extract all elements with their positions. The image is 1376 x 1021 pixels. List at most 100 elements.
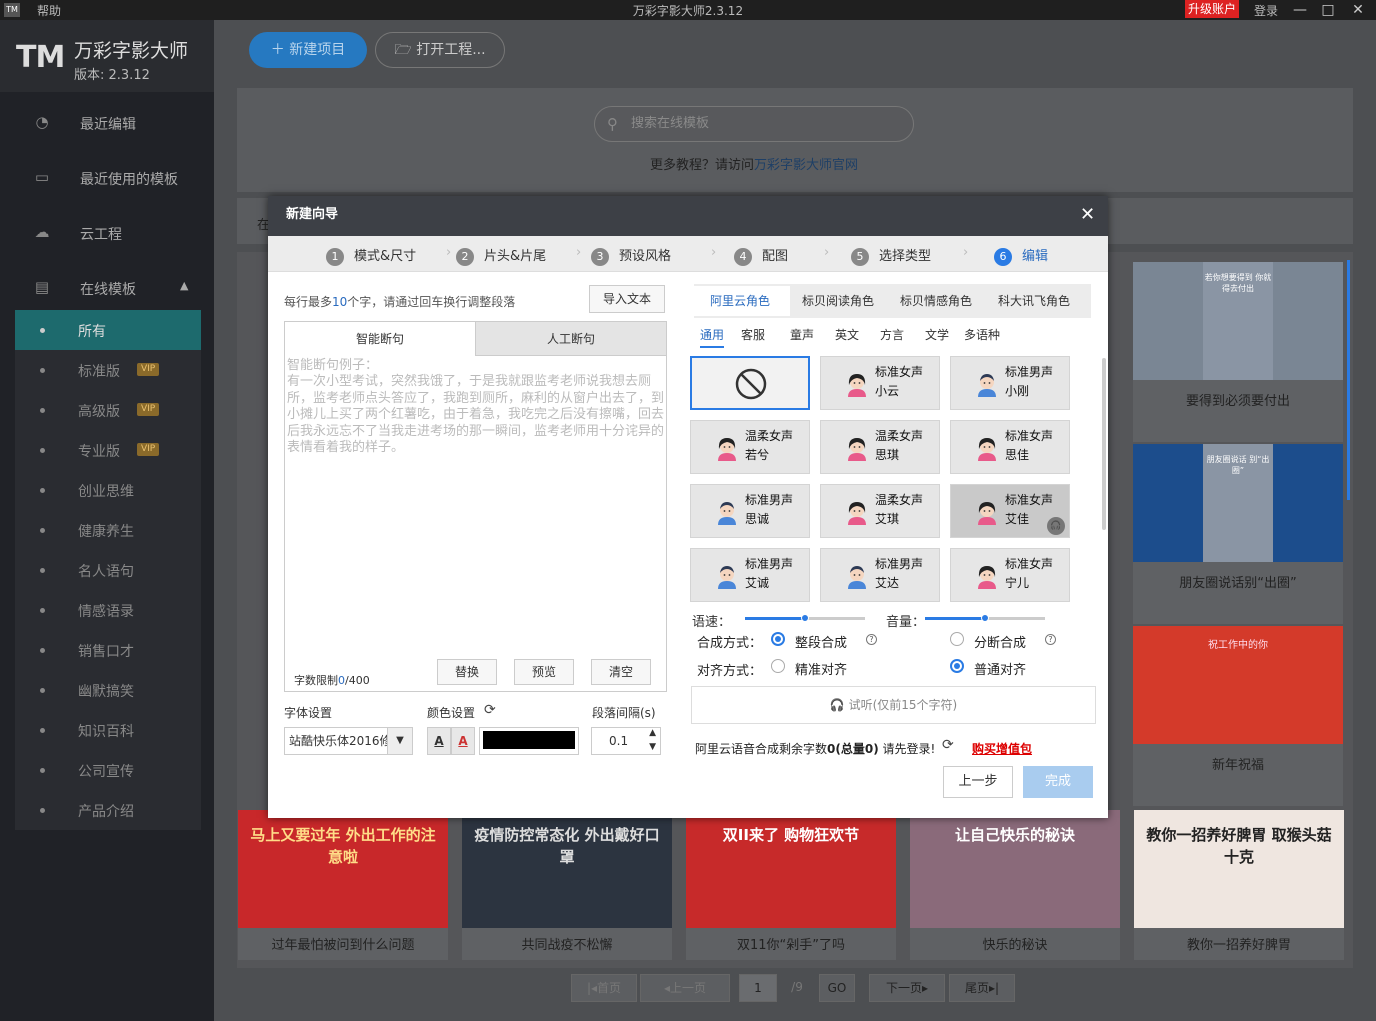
step-label: 预设风格 xyxy=(619,249,672,264)
color-swatch-fill xyxy=(483,731,575,749)
voice-name: 小刚 xyxy=(1005,384,1030,398)
wizard-step[interactable]: 1 模式&尺寸 xyxy=(326,245,417,266)
prev-step-button[interactable]: 上一步 xyxy=(943,766,1013,798)
align-normal-radio[interactable] xyxy=(950,659,964,673)
voice-option[interactable]: 标准男声 思诚 xyxy=(690,484,810,538)
step-number: 6 xyxy=(994,248,1012,266)
voice-scrollbar[interactable] xyxy=(1102,358,1106,530)
voice-subtab[interactable]: 英文 xyxy=(835,326,859,343)
voice-label: 标准女声 小云 xyxy=(875,363,923,401)
voice-avatar-icon xyxy=(845,371,869,397)
volume-knob[interactable] xyxy=(981,614,989,622)
tab-iflytek[interactable]: 科大讯飞角色 xyxy=(998,292,1070,309)
spacing-input[interactable]: 0.1 ▲ ▼ xyxy=(591,727,661,755)
wizard-step[interactable]: 4 配图 xyxy=(734,245,789,266)
voice-subtab[interactable]: 通用 xyxy=(700,326,725,348)
voice-option[interactable]: 标准女声 艾佳 🎧 xyxy=(950,484,1070,538)
finish-button[interactable]: 完成 xyxy=(1023,766,1093,798)
voice-subtab[interactable]: 客服 xyxy=(741,326,765,343)
wizard-step[interactable]: 6 编辑 xyxy=(994,245,1048,266)
voice-option[interactable]: 温柔女声 若兮 xyxy=(690,420,810,474)
voice-label: 标准男声 小刚 xyxy=(1005,363,1053,401)
voice-label: 标准女声 艾佳 xyxy=(1005,491,1053,529)
refresh-icon[interactable]: ⟳ xyxy=(942,737,954,753)
voice-option[interactable]: 标准女声 小云 xyxy=(820,356,940,410)
stroke-color-icon[interactable]: A xyxy=(451,727,475,755)
chevron-right-icon: › xyxy=(963,245,969,260)
wizard-step[interactable]: 2 片头&片尾 xyxy=(456,245,546,266)
close-icon[interactable]: ✕ xyxy=(1080,196,1095,234)
voice-subtab[interactable]: 文学 xyxy=(925,326,949,343)
tab-manual-split[interactable]: 人工断句 xyxy=(475,322,666,356)
voice-type: 温柔女声 xyxy=(745,429,794,443)
step-number: 4 xyxy=(734,248,752,266)
text-input-area[interactable]: 智能断句例子： 有一次小型考试，突然我饿了，于是我就跟监考老师说我想去厕所，监考… xyxy=(287,358,664,628)
voice-none-option[interactable] xyxy=(690,356,810,410)
step-label: 模式&尺寸 xyxy=(354,249,417,264)
stepper-icon[interactable]: ▲ ▼ xyxy=(649,726,656,754)
wizard-step[interactable]: 5 选择类型 xyxy=(851,245,931,266)
font-label: 字体设置 xyxy=(284,706,333,720)
voice-type: 温柔女声 xyxy=(875,429,924,443)
wizard-steps: 1 模式&尺寸 › 2 片头&片尾 › 3 预设风格 › 4 配图 › 5 选择类型 › 6 编辑 xyxy=(268,236,1108,272)
voice-name: 若兮 xyxy=(745,448,770,462)
refresh-icon[interactable]: ⟳ xyxy=(484,702,496,718)
color-label: 颜色设置 xyxy=(427,706,476,720)
buy-package-link[interactable]: 购买增值包 xyxy=(972,740,1032,757)
limit-used: 0 xyxy=(338,674,345,687)
dialog-header: 新建向导 ✕ xyxy=(268,196,1108,236)
voice-option[interactable]: 标准男声 艾达 xyxy=(820,548,940,602)
tab-aliyun[interactable]: 阿里云角色 xyxy=(710,292,770,309)
synth-whole-radio[interactable] xyxy=(771,632,785,646)
help-icon[interactable]: ? xyxy=(1045,634,1056,645)
volume-slider[interactable] xyxy=(925,614,1045,622)
clear-button[interactable]: 清空 xyxy=(591,659,651,685)
chevron-right-icon: › xyxy=(446,245,452,260)
voice-label: 温柔女声 若兮 xyxy=(745,427,793,465)
voice-option[interactable]: 标准男声 小刚 xyxy=(950,356,1070,410)
headphone-icon[interactable]: 🎧 xyxy=(1047,517,1065,535)
voice-subtab[interactable]: 方言 xyxy=(880,326,904,343)
preview-button[interactable]: 预览 xyxy=(514,659,574,685)
voice-subtab[interactable]: 童声 xyxy=(790,326,814,343)
quota-post: 请先登录! xyxy=(878,742,936,756)
tab-biaobei-emotion[interactable]: 标贝情感角色 xyxy=(900,292,972,309)
speed-slider[interactable] xyxy=(745,614,865,622)
color-swatch[interactable] xyxy=(479,727,579,755)
voice-type: 温柔女声 xyxy=(875,493,924,507)
synth-label: 合成方式： xyxy=(697,636,763,651)
voice-option[interactable]: 标准女声 思佳 xyxy=(950,420,1070,474)
voice-option[interactable]: 标准男声 艾诚 xyxy=(690,548,810,602)
dialog-title: 新建向导 xyxy=(286,207,339,222)
hint-num: 10 xyxy=(332,295,348,309)
step-label: 配图 xyxy=(762,249,789,264)
voice-label: 温柔女声 思琪 xyxy=(875,427,923,465)
voice-option[interactable]: 温柔女声 艾琪 xyxy=(820,484,940,538)
step-number: 2 xyxy=(456,248,474,266)
tab-biaobei-read[interactable]: 标贝阅读角色 xyxy=(802,292,874,309)
wizard-step[interactable]: 3 预设风格 xyxy=(591,245,672,266)
voice-option[interactable]: 温柔女声 思琪 xyxy=(820,420,940,474)
step-number: 5 xyxy=(851,248,869,266)
font-color-icon[interactable]: A xyxy=(427,727,451,755)
voice-name: 思诚 xyxy=(745,512,770,526)
synth-split-radio[interactable] xyxy=(950,632,964,646)
replace-button[interactable]: 替换 xyxy=(437,659,497,685)
voice-type: 标准男声 xyxy=(745,493,794,507)
voice-subtab[interactable]: 多语种 xyxy=(964,326,1000,343)
trial-listen-button[interactable]: 🎧 试听(仅前15个字符) xyxy=(691,686,1096,724)
new-wizard-dialog: 新建向导 ✕ 1 模式&尺寸 › 2 片头&片尾 › 3 预设风格 › 4 配图 › 5 选择类型 › 6 编辑 … xyxy=(268,196,1108,818)
voice-avatar-icon xyxy=(715,499,739,525)
chevron-down-icon[interactable]: ▼ xyxy=(387,727,413,755)
align-precise-radio[interactable] xyxy=(771,659,785,673)
help-icon[interactable]: ? xyxy=(866,634,877,645)
voice-label: 标准男声 艾达 xyxy=(875,555,923,593)
voice-option[interactable]: 标准女声 宁儿 xyxy=(950,548,1070,602)
chevron-right-icon: › xyxy=(711,245,717,260)
volume-label: 音量： xyxy=(886,615,926,630)
speed-knob[interactable] xyxy=(801,614,809,622)
text-editor: 智能断句 人工断句 智能断句例子： 有一次小型考试，突然我饿了，于是我就跟监考老… xyxy=(284,321,667,692)
tab-smart-split[interactable]: 智能断句 xyxy=(285,322,475,356)
align-normal-label: 普通对齐 xyxy=(974,663,1027,678)
import-text-button[interactable]: 导入文本 xyxy=(589,285,665,313)
